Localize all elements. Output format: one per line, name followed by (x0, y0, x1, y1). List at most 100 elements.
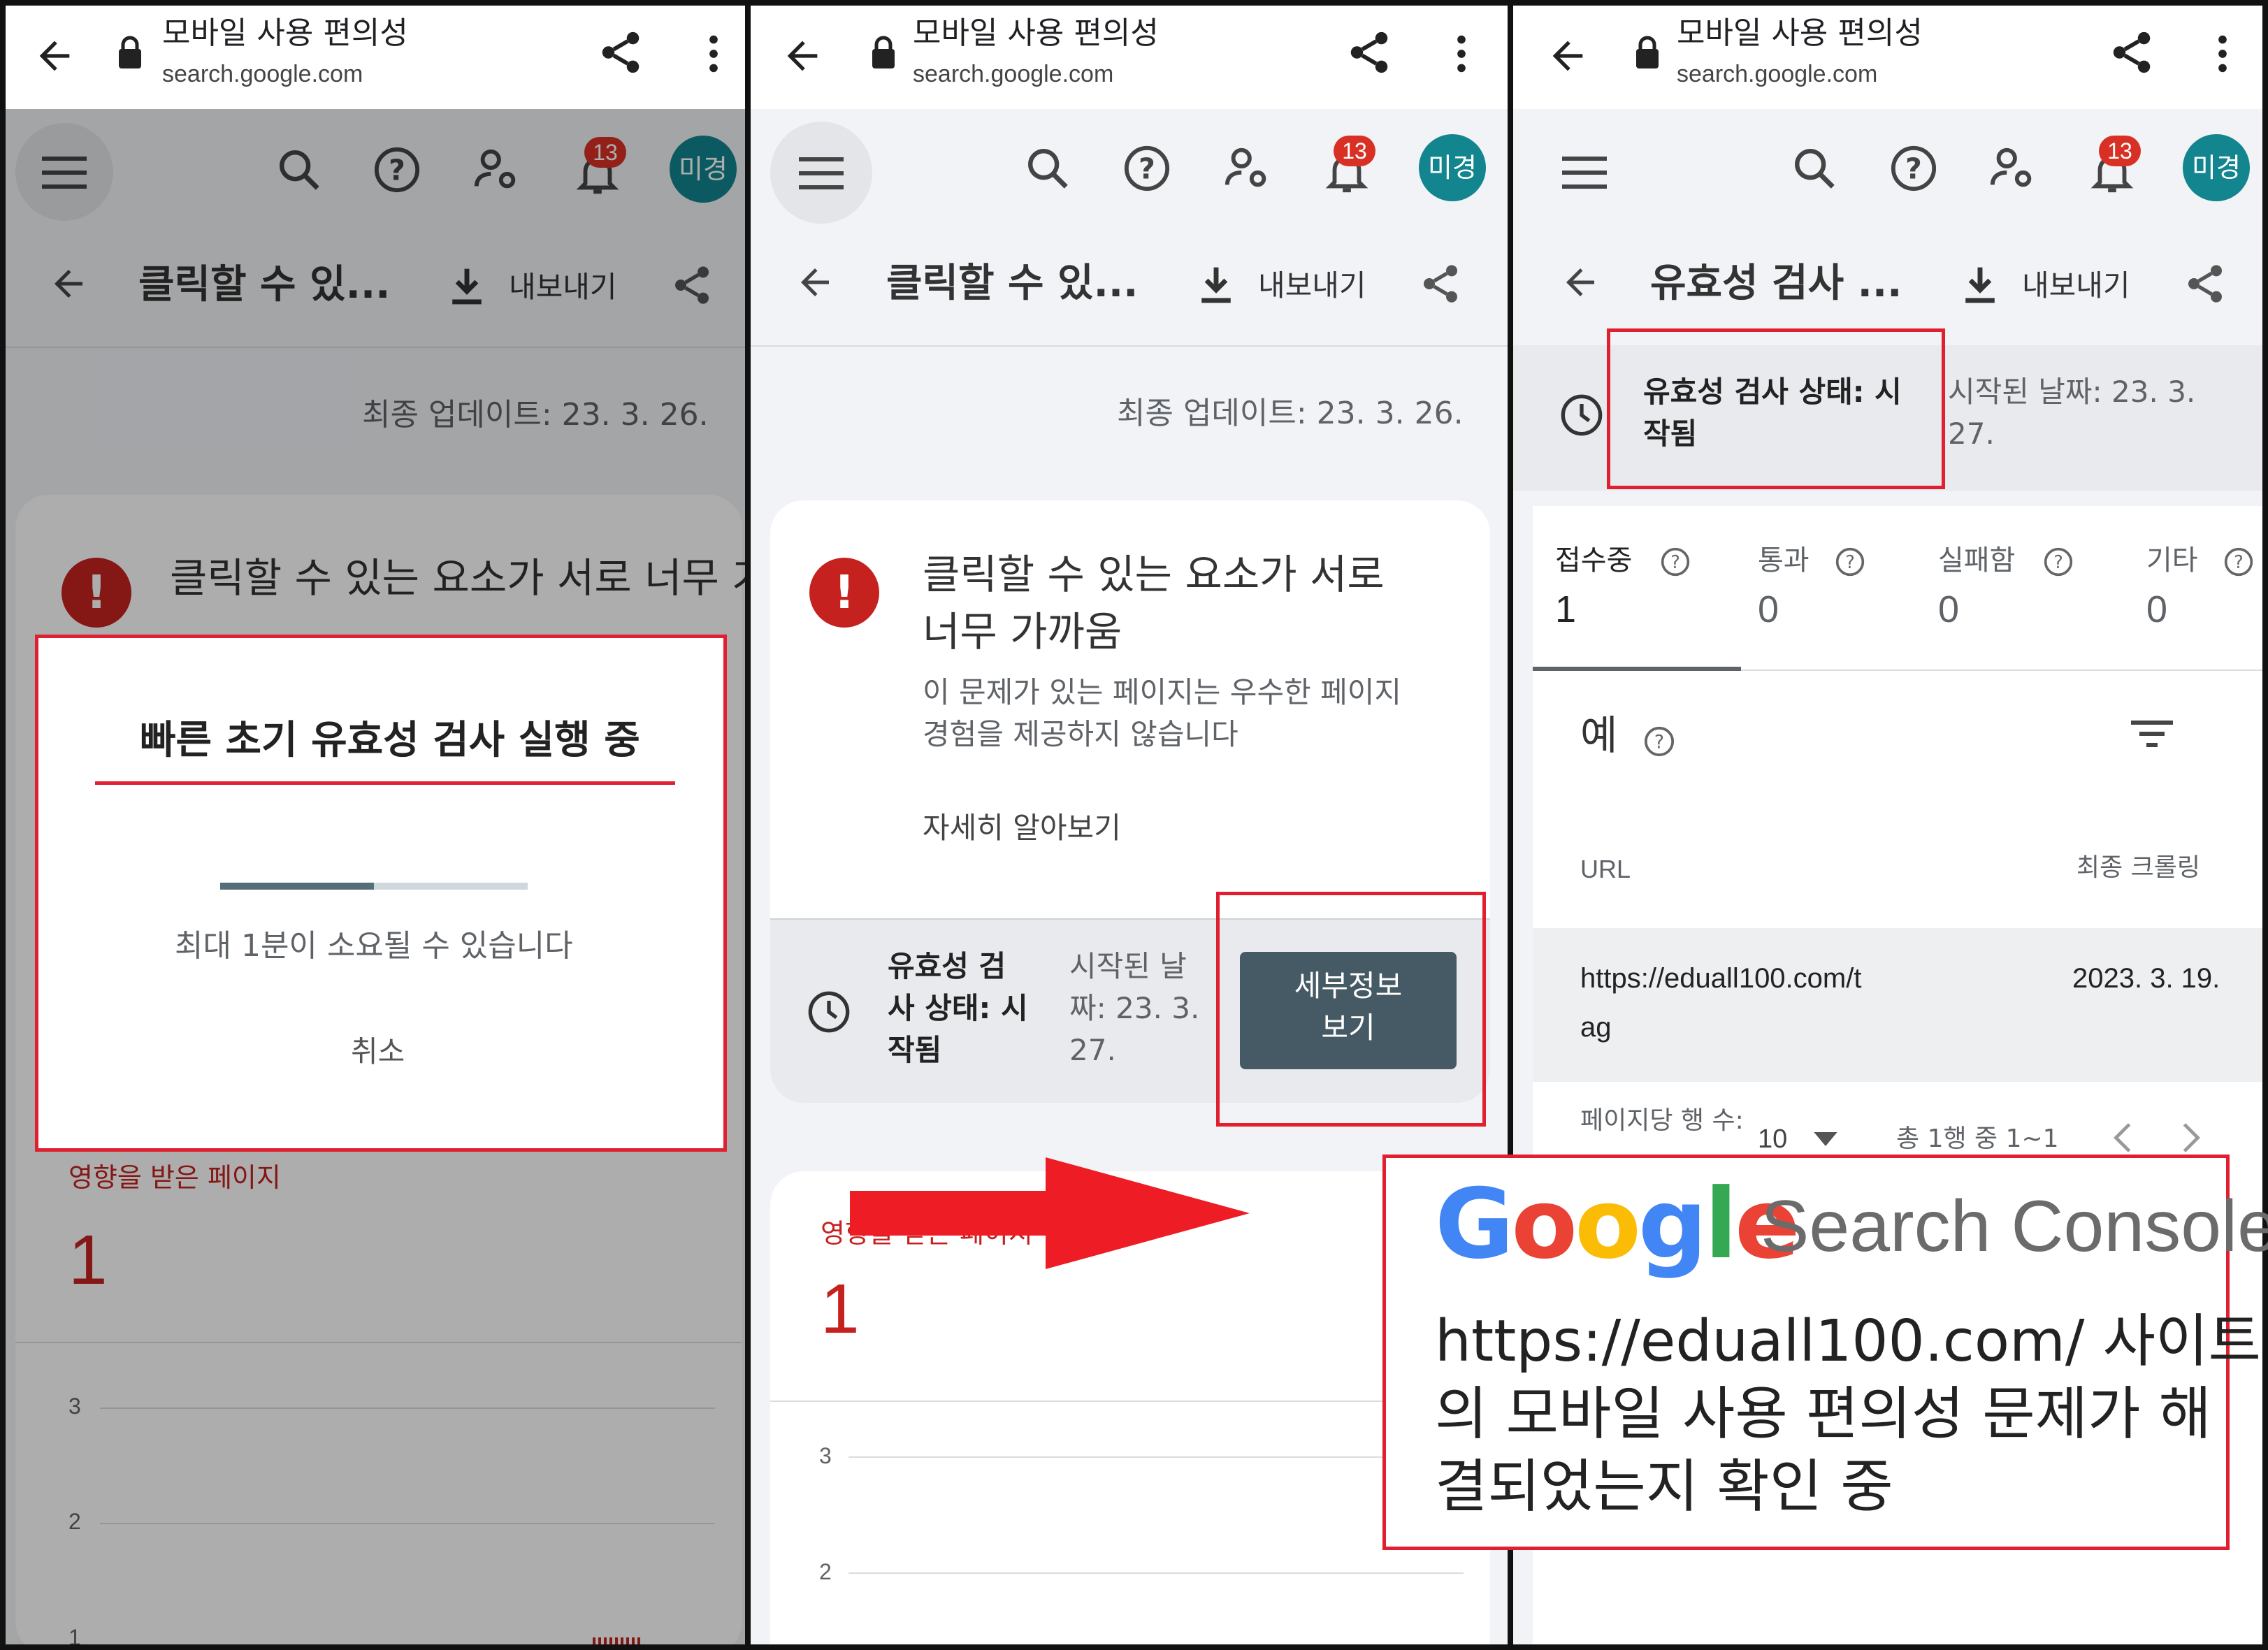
export-button[interactable]: 내보내기 (1258, 268, 1366, 303)
caption-box: Google Search Console https://eduall100.… (1382, 1155, 2268, 1550)
column-header-url[interactable]: URL (1580, 854, 1631, 884)
tab-label: 기타 (2146, 544, 2198, 577)
table-row[interactable]: https://eduall100.com/t ag 2023. 3. 19. (1533, 928, 2262, 1082)
clock-icon (1559, 393, 1604, 437)
help-icon[interactable]: ? (1835, 547, 1865, 577)
menu-button[interactable] (770, 122, 872, 224)
browser-toolbar: 모바일 사용 편의성 search.google.com (751, 6, 1508, 110)
issue-title-line1: 클릭할 수 있는 요소가 서로 (923, 551, 1385, 598)
learn-more-link[interactable]: 자세히 알아보기 (923, 811, 1121, 846)
lock-icon (1633, 35, 1661, 70)
share-icon[interactable] (1345, 28, 1394, 77)
status-line1: 유효성 검 (888, 949, 1006, 983)
menu-icon[interactable] (1562, 152, 1607, 191)
tab-value: 0 (1938, 588, 1960, 630)
row-url-line1: https://eduall100.com/t (1580, 963, 1862, 994)
svg-text:?: ? (1845, 552, 1855, 573)
help-icon[interactable]: ? (1889, 144, 1938, 193)
tab-value: 1 (1555, 588, 1577, 630)
page-title: 모바일 사용 편의성 (162, 15, 408, 51)
caption-line1: https://eduall100.com/ 사이트 (1435, 1308, 2261, 1375)
help-icon[interactable]: ? (1643, 725, 1675, 758)
examples-title: 예 (1580, 711, 1618, 759)
y-tick-2: 2 (819, 1559, 832, 1584)
product-name: Search Console (1761, 1186, 2268, 1267)
tab-value: 0 (2146, 588, 2168, 630)
logo-letter: g (1638, 1168, 1707, 1280)
logo-letter: o (1575, 1168, 1641, 1280)
svg-text:?: ? (2234, 552, 2244, 573)
svg-text:?: ? (2053, 552, 2063, 573)
browser-toolbar: 모바일 사용 편의성 search.google.com (1513, 6, 2262, 110)
clock-icon (807, 990, 851, 1034)
rows-per-page-select[interactable]: 10 (1758, 1124, 1787, 1156)
menu-icon (799, 153, 844, 192)
help-icon[interactable]: ? (1122, 144, 1171, 193)
tab-label: 접수중 (1555, 544, 1633, 577)
back-arrow-icon[interactable] (32, 34, 77, 78)
highlight-underline (95, 781, 675, 785)
prev-page-icon[interactable] (2109, 1121, 2137, 1155)
share-icon[interactable] (596, 28, 645, 77)
search-icon[interactable] (1023, 144, 1072, 193)
rows-per-page-label: 페이지당 행 수: (1580, 1106, 1744, 1135)
started-line1: 시작된 날 (1069, 949, 1187, 983)
screenshot-panel-1: 모바일 사용 편의성 search.google.com ? 13 미경 클릭할… (0, 0, 751, 1650)
highlight-box (35, 635, 727, 1152)
header-title: 유효성 검사 ... (1650, 261, 1902, 306)
export-button[interactable]: 내보내기 (2022, 268, 2130, 303)
status-line2: 사 상태: 시 (888, 991, 1028, 1025)
avatar[interactable]: 미경 (1419, 134, 1486, 201)
started-line3: 27. (1069, 1033, 1116, 1067)
user-settings-icon[interactable] (1988, 144, 2037, 193)
search-icon[interactable] (1790, 144, 1839, 193)
lock-icon (116, 35, 144, 70)
page-title: 모바일 사용 편의성 (913, 15, 1159, 51)
browser-toolbar: 모바일 사용 편의성 search.google.com (6, 6, 745, 110)
tab-label: 통과 (1758, 544, 1810, 577)
logo-letter: G (1435, 1168, 1514, 1280)
tab-label: 실패함 (1938, 544, 2016, 577)
page-title: 모바일 사용 편의성 (1677, 15, 1923, 51)
logo-letter: o (1511, 1168, 1577, 1280)
issue-desc-line1: 이 문제가 있는 페이지는 우수한 페이지 (923, 675, 1401, 709)
help-icon[interactable]: ? (2223, 547, 2254, 577)
share-icon[interactable] (2107, 28, 2156, 77)
back-arrow-icon[interactable] (780, 34, 825, 78)
dropdown-arrow-icon[interactable] (1814, 1132, 1837, 1146)
user-settings-icon[interactable] (1223, 144, 1272, 193)
status-line3: 작됨 (888, 1033, 942, 1067)
back-arrow-icon[interactable] (1545, 34, 1590, 78)
page-url: search.google.com (162, 61, 363, 87)
caption-line3: 결되었는지 확인 중 (1435, 1454, 1893, 1520)
row-last-crawl: 2023. 3. 19. (2072, 963, 2220, 994)
help-icon[interactable]: ? (2043, 547, 2074, 577)
filter-icon[interactable] (2131, 717, 2173, 752)
avatar[interactable]: 미경 (2183, 134, 2250, 201)
svg-text:?: ? (1905, 152, 1922, 186)
next-page-icon[interactable] (2177, 1121, 2205, 1155)
header-share-icon[interactable] (1418, 261, 1463, 306)
notification-badge: 13 (1334, 136, 1375, 166)
header-back-icon[interactable] (794, 261, 836, 303)
error-icon: ! (809, 558, 879, 628)
svg-text:?: ? (1670, 552, 1680, 573)
svg-text:?: ? (1139, 152, 1155, 186)
download-icon[interactable] (1197, 264, 1236, 306)
header-back-icon[interactable] (1559, 261, 1601, 303)
issue-title-line2: 너무 가까움 (923, 608, 1122, 656)
svg-text:?: ? (1654, 732, 1664, 753)
help-icon[interactable]: ? (1660, 547, 1691, 577)
download-icon[interactable] (1960, 264, 2000, 306)
more-vert-icon[interactable] (2198, 29, 2247, 78)
affected-pages-value: 1 (821, 1270, 860, 1348)
header-share-icon[interactable] (2183, 261, 2227, 306)
more-vert-icon[interactable] (1437, 29, 1486, 78)
more-vert-icon[interactable] (689, 29, 738, 78)
last-updated: 최종 업데이트: 23. 3. 26. (1117, 396, 1464, 431)
google-logo: Google (1435, 1158, 1800, 1291)
highlight-box (1607, 328, 1945, 489)
column-header-last-crawl[interactable]: 최종 크롤링 (2076, 853, 2200, 883)
gridline (848, 1456, 1464, 1458)
issue-desc-line2: 경험을 제공하지 않습니다 (923, 717, 1238, 751)
